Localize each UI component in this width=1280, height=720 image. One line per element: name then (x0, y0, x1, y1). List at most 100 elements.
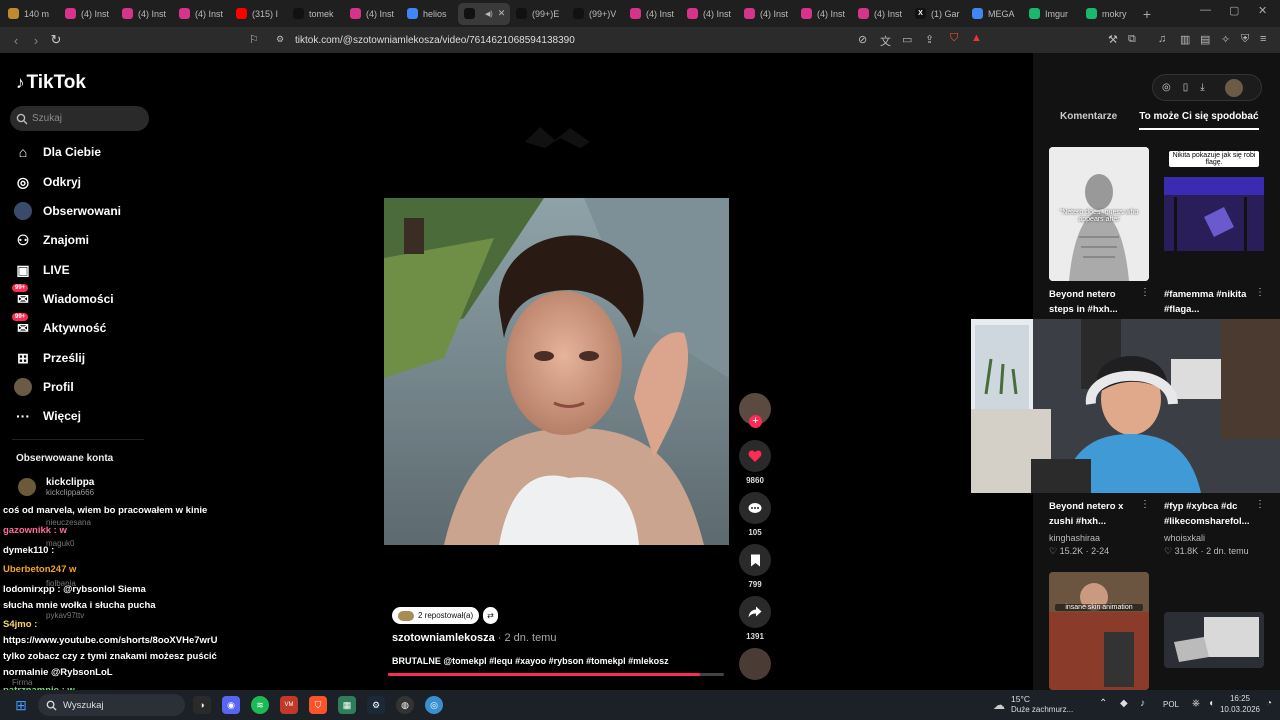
browser-tab[interactable]: (4) Inst (116, 3, 173, 25)
reposted-by-pill[interactable]: 2 repostował(a) (392, 607, 480, 624)
browser-tab[interactable]: (4) Inst (681, 3, 738, 25)
menu-icon[interactable]: ≡ (1260, 33, 1266, 45)
share-button[interactable]: 1391 (738, 596, 772, 641)
sidebar-item-6[interactable]: ✉ 99+ Aktywność (12, 313, 106, 337)
forward-icon[interactable]: › (26, 33, 46, 48)
like-button[interactable]: 9860 (738, 440, 772, 485)
minimize-icon[interactable]: — (1200, 4, 1211, 16)
leo-icon[interactable]: ✧ (1221, 33, 1230, 46)
tab-comments[interactable]: Komentarze (1060, 111, 1117, 130)
browser-tab[interactable]: (4) Inst (173, 3, 230, 25)
more-options-icon[interactable]: ⋮ (1255, 499, 1265, 510)
screenshot-icon[interactable]: ⧉ (1128, 33, 1136, 46)
search-input[interactable]: Szukaj (10, 106, 149, 131)
vpn-icon[interactable]: ⛨ (1241, 33, 1249, 46)
recommended-video-author[interactable]: kinghashiraa (1049, 533, 1100, 543)
new-tab-icon[interactable]: + (1137, 6, 1157, 22)
repost-icon[interactable]: ⇄ (483, 607, 498, 624)
calculator-icon[interactable]: ▦ (338, 696, 356, 714)
sidebar-item-8[interactable]: Profil (14, 378, 74, 396)
back-icon[interactable]: ‹ (6, 33, 26, 48)
url-input[interactable]: tiktok.com/@szotowniamlekosza/video/7614… (295, 35, 575, 46)
video-author[interactable]: szotowniamlekosza · 2 dn. temu (392, 632, 556, 644)
avatar[interactable] (1224, 78, 1243, 97)
browser-tab[interactable]: (4) Inst (59, 3, 116, 25)
mute-icon[interactable]: ⊘ (858, 33, 867, 46)
maximize-icon[interactable]: ▢ (1229, 4, 1239, 17)
clock-date[interactable]: 10.03.2026 (1217, 705, 1263, 714)
recommended-video-thumb[interactable]: insane skin animation (1049, 572, 1149, 690)
brave-shield-icon[interactable]: ⛉ (950, 32, 958, 45)
weather-icon[interactable]: ☁ (990, 696, 1008, 714)
browser-tab[interactable]: (315) I (230, 3, 287, 25)
video-progress-bar[interactable] (388, 673, 724, 676)
discord-icon[interactable]: ◉ (222, 696, 240, 714)
clock-time[interactable]: 16:25 (1220, 694, 1260, 703)
save-button[interactable]: 799 (738, 544, 772, 589)
browser-tab[interactable]: helios (401, 3, 458, 25)
share-icon[interactable]: ⇪ (925, 33, 934, 46)
browser-tab[interactable]: tomek (287, 3, 344, 25)
more-options-icon[interactable]: ⋮ (1140, 499, 1150, 510)
recommended-video-title[interactable]: Beyond netero steps in #hxh... (1049, 287, 1133, 317)
extensions-icon[interactable]: ⚒ (1108, 33, 1118, 46)
browser-tab[interactable]: (4) Inst (795, 3, 852, 25)
wallet-icon[interactable]: ▤ (1200, 33, 1210, 46)
tray-expand-icon[interactable]: ⌃ (1099, 698, 1107, 709)
recommended-video-title[interactable]: #famemma #nikita #flaga... (1164, 287, 1248, 317)
sidebar-toggle-icon[interactable]: ▥ (1180, 33, 1190, 46)
sidebar-item-7[interactable]: ⊞ Prześlij (14, 349, 85, 367)
voicemod-icon[interactable]: VM (280, 696, 298, 714)
globe-icon[interactable]: ◎ (425, 696, 443, 714)
browser-tab[interactable]: 140 m (2, 3, 59, 25)
phone-icon[interactable]: ▯ (1183, 82, 1189, 93)
reload-icon[interactable]: ↻ (46, 32, 66, 48)
cast-icon[interactable]: ▭ (902, 33, 912, 46)
compass-icon[interactable]: ◎ (1162, 82, 1171, 93)
recommended-video-author[interactable]: whoisxkali (1164, 533, 1205, 543)
download-icon[interactable]: ⤓ (1200, 82, 1204, 93)
recommended-video-thumb[interactable]: "Netero does" guess who appears after (1049, 147, 1149, 281)
translate-icon[interactable]: 文 (880, 33, 891, 49)
follow-plus-icon[interactable]: + (749, 415, 762, 428)
tiktok-logo[interactable]: ♪ TikTok (16, 72, 86, 94)
browser-tab[interactable]: (4) Inst (624, 3, 681, 25)
sidebar-item-3[interactable]: ⚇ Znajomi (14, 231, 89, 249)
recommended-video-title[interactable]: #fyp #xybca #dc #likecomsharefol... (1164, 499, 1250, 529)
author-avatar-button[interactable]: + (738, 393, 772, 428)
tab-recommended[interactable]: To może Ci się spodobać (1139, 111, 1259, 130)
followed-account-handle[interactable]: pykav97ttv (46, 611, 84, 620)
browser-tab[interactable]: mokry (1080, 3, 1137, 25)
recommended-video-title[interactable]: Beyond netero x zushi #hxh... (1049, 499, 1133, 529)
tray-app-icon[interactable]: ◆ (1120, 698, 1128, 709)
language-indicator[interactable]: POL (1163, 700, 1179, 709)
brave-rewards-icon[interactable]: ▲ (971, 32, 982, 44)
sidebar-item-9[interactable]: ··· Więcej (14, 407, 81, 425)
steam-icon[interactable]: ⚙ (367, 696, 385, 714)
browser-tab[interactable]: (4) Inst (852, 3, 909, 25)
tray-mic-icon[interactable]: ♪ (1140, 698, 1145, 709)
browser-tab[interactable]: MEGA (966, 3, 1023, 25)
notifications-icon[interactable]: ◔ (1266, 698, 1272, 709)
recommended-video-thumb[interactable]: Nikita pokazuje jak się robi flagę. (1164, 147, 1264, 281)
spotify-icon[interactable]: ≋ (251, 696, 269, 714)
brave-browser-icon[interactable]: ⛉ (309, 696, 327, 714)
comment-button[interactable]: 105 (738, 492, 772, 537)
obs-icon[interactable]: ◍ (396, 696, 414, 714)
browser-tab[interactable]: (4) Inst (344, 3, 401, 25)
followed-account[interactable]: kickclippa kickclippa666 (18, 477, 94, 497)
tab-audio-icon[interactable]: ◀) (485, 10, 493, 18)
more-options-icon[interactable]: ⋮ (1140, 287, 1150, 298)
browser-tab[interactable]: ◀) ✕ (458, 2, 510, 25)
sidebar-item-0[interactable]: ⌂ Dla Ciebie (14, 143, 101, 161)
windows-start-icon[interactable]: ⊞ (12, 696, 30, 714)
browser-tab[interactable]: X (1) Gar (909, 3, 966, 25)
music-disc-button[interactable] (738, 648, 772, 680)
app-icon[interactable]: ◑ (193, 696, 211, 714)
media-icon[interactable]: ♫ (1158, 33, 1166, 45)
browser-tab[interactable]: (99+)V (567, 3, 624, 25)
tab-close-icon[interactable]: ✕ (498, 8, 506, 19)
more-options-icon[interactable]: ⋮ (1255, 287, 1265, 298)
bookmark-icon[interactable]: ⚐ (249, 33, 259, 46)
sidebar-item-1[interactable]: ◎ Odkryj (14, 173, 81, 191)
